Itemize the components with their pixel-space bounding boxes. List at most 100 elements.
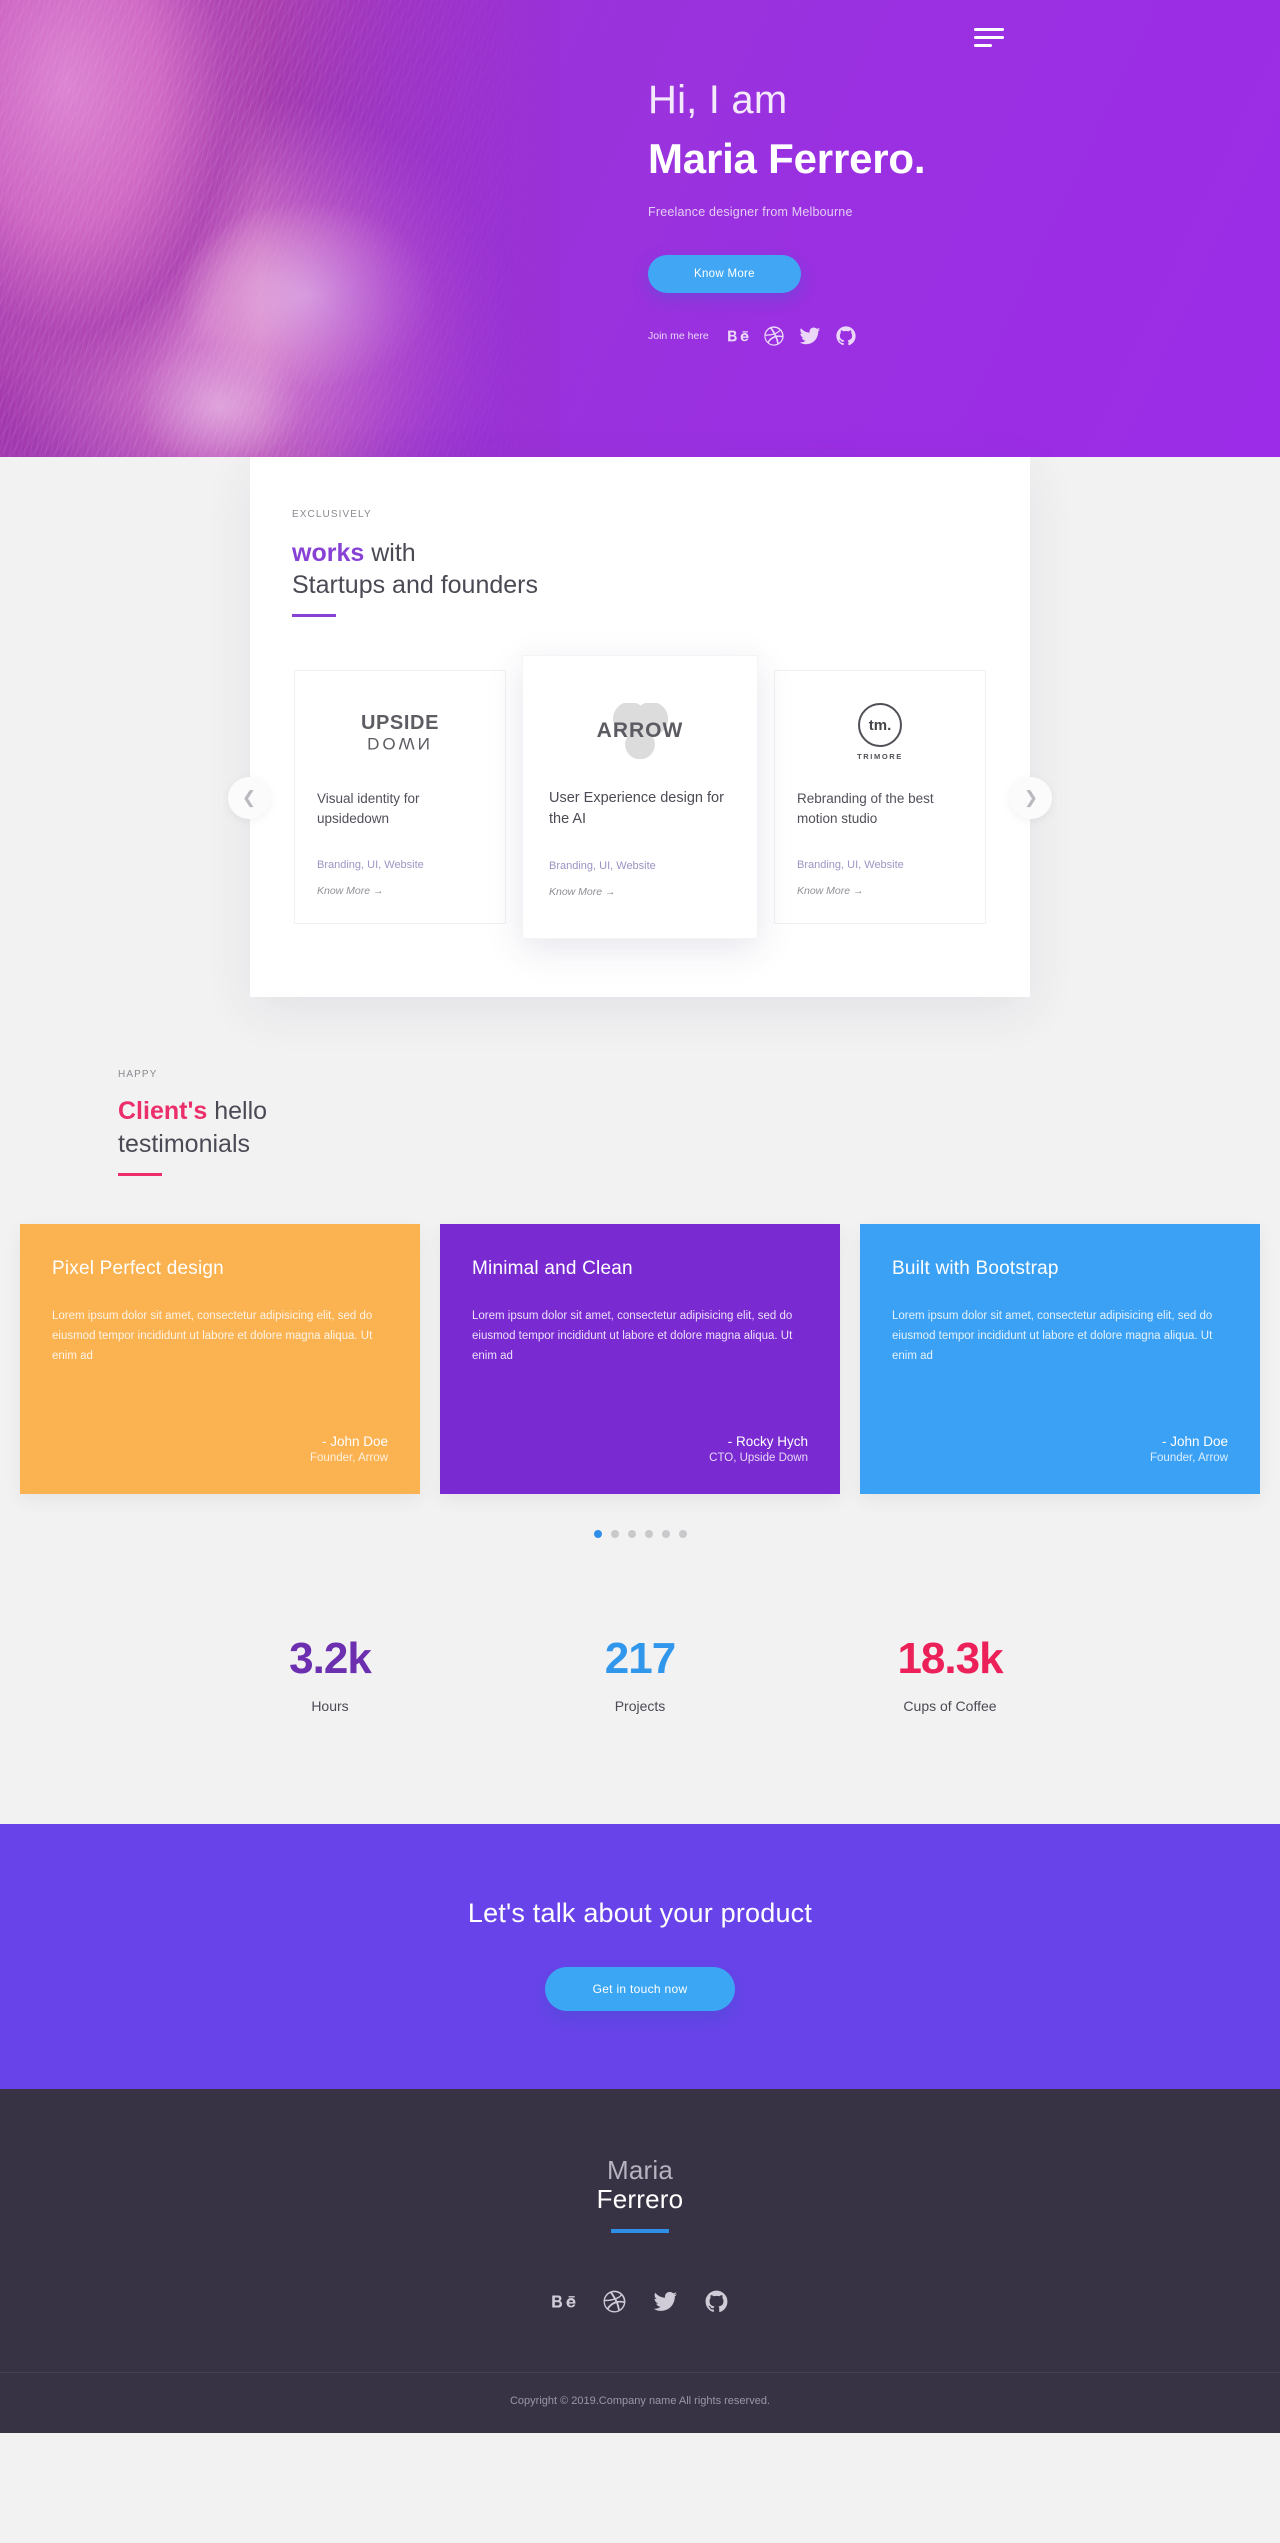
- upside-down-logo: UPSIDE DOWN: [317, 701, 483, 763]
- footer-name-line2: Ferrero: [596, 2184, 684, 2215]
- stat-label: Cups of Coffee: [903, 1698, 997, 1715]
- logo-text-top: ARROW: [596, 719, 684, 742]
- works-card: EXCLUSIVELY works with Startups and foun…: [228, 457, 1052, 998]
- testimonial-body: Lorem ipsum dolor sit amet, consectetur …: [892, 1310, 1213, 1363]
- testimonials-row: Pixel Perfect design Lorem ipsum dolor s…: [0, 1224, 1280, 1495]
- testimonial-author-block: - Rocky Hych CTO, Upside Down: [472, 1434, 808, 1464]
- testimonial-role: Founder, Arrow: [1150, 1452, 1228, 1465]
- testimonials-section: HAPPY Client's hello testimonials Pixel …: [0, 997, 1280, 1549]
- testimonial-author: - Rocky Hych: [727, 1434, 808, 1450]
- testimonial-title: Built with Bootstrap: [892, 1258, 1059, 1280]
- logo-text-top: UPSIDE: [360, 711, 440, 734]
- hero-greeting: Hi, I am: [648, 78, 788, 122]
- get-in-touch-button[interactable]: Get in touch now: [544, 1967, 736, 2012]
- hero-subtitle: Freelance designer from Melbourne: [648, 205, 853, 220]
- project-card[interactable]: tm. TRIMORE Rebranding of the best motio…: [774, 670, 986, 924]
- stat-label: Projects: [614, 1698, 666, 1715]
- testimonials-eyebrow: HAPPY: [118, 1069, 158, 1081]
- testimonial-author-block: - John Doe Founder, Arrow: [892, 1434, 1228, 1464]
- stat-value: 217: [604, 1634, 676, 1684]
- join-me-here-label: Join me here: [648, 330, 709, 343]
- cta-heading: Let's talk about your product: [467, 1898, 813, 1929]
- testimonial-body: Lorem ipsum dolor sit amet, consectetur …: [52, 1310, 373, 1363]
- hero-name: Maria Ferrero.: [648, 135, 926, 182]
- testimonials-heading: Client's hello testimonials: [118, 1095, 1170, 1160]
- testimonial-title: Pixel Perfect design: [52, 1258, 224, 1280]
- behance-icon[interactable]: [727, 325, 749, 347]
- hero-social-row: Join me here: [648, 325, 925, 347]
- testimonial-author: - John Doe: [321, 1434, 388, 1450]
- stat-item: 3.2k Hours: [245, 1634, 415, 1714]
- logo-text-bottom: DOWN: [367, 733, 433, 753]
- stat-item: 18.3k Cups of Coffee: [865, 1634, 1035, 1714]
- footer-name-line1: Maria: [606, 2155, 673, 2186]
- works-heading: works with Startups and founders: [292, 537, 988, 601]
- testimonial-card[interactable]: Built with Bootstrap Lorem ipsum dolor s…: [860, 1224, 1260, 1495]
- stat-item: 217 Projects: [555, 1634, 725, 1714]
- project-card[interactable]: ARROW User Experience design for the AI …: [522, 655, 758, 940]
- project-know-more-link[interactable]: Know More →: [317, 885, 483, 897]
- hamburger-menu-icon[interactable]: [974, 28, 1008, 54]
- stat-value: 18.3k: [897, 1634, 1003, 1684]
- github-icon[interactable]: [704, 2289, 729, 2314]
- carousel-dot[interactable]: [661, 1530, 670, 1539]
- testimonials-heading-highlight: Client's: [118, 1097, 208, 1126]
- carousel-dot[interactable]: [627, 1530, 636, 1539]
- carousel-dot[interactable]: [678, 1530, 687, 1539]
- dribbble-icon[interactable]: [763, 325, 785, 347]
- testimonial-card[interactable]: Pixel Perfect design Lorem ipsum dolor s…: [20, 1224, 420, 1495]
- twitter-icon[interactable]: [653, 2289, 678, 2314]
- chevron-right-icon[interactable]: ❯: [1010, 777, 1052, 820]
- testimonial-body: Lorem ipsum dolor sit amet, consectetur …: [472, 1310, 793, 1363]
- carousel-dot[interactable]: [610, 1530, 619, 1539]
- know-more-button[interactable]: Know More: [648, 255, 801, 294]
- hero-content: Hi, I am Maria Ferrero. Freelance design…: [648, 78, 926, 347]
- arrow-logo: ARROW: [549, 700, 731, 762]
- works-cards-row: UPSIDE DOWN Visual identity for upsidedo…: [292, 643, 988, 953]
- testimonials-heading-line2: testimonials: [118, 1129, 250, 1158]
- logo-text-top: tm.: [858, 703, 902, 748]
- cta-section: Let's talk about your product Get in tou…: [0, 1824, 1280, 2090]
- project-know-more-link[interactable]: Know More →: [549, 886, 731, 898]
- carousel-dot[interactable]: [644, 1530, 653, 1539]
- footer-social-row: [0, 2289, 1280, 2314]
- testimonial-author: - John Doe: [1161, 1434, 1228, 1450]
- github-icon[interactable]: [835, 325, 857, 347]
- testimonials-carousel-dots[interactable]: [0, 1530, 1280, 1539]
- stat-label: Hours: [311, 1698, 349, 1715]
- carousel-dot[interactable]: [593, 1530, 602, 1539]
- behance-icon[interactable]: [551, 2289, 576, 2314]
- project-tags: Branding, UI, Website: [797, 858, 904, 871]
- project-title: User Experience design for the AI: [549, 790, 724, 828]
- project-card[interactable]: UPSIDE DOWN Visual identity for upsidedo…: [294, 670, 506, 924]
- works-heading-highlight: works: [292, 539, 365, 567]
- chevron-left-icon[interactable]: ❮: [228, 777, 270, 820]
- works-eyebrow: EXCLUSIVELY: [292, 509, 372, 520]
- logo-text-bottom: TRIMORE: [857, 752, 903, 762]
- testimonial-role: Founder, Arrow: [310, 1452, 388, 1465]
- testimonial-author-block: - John Doe Founder, Arrow: [52, 1434, 388, 1464]
- trimore-logo: tm. TRIMORE: [797, 701, 963, 763]
- project-know-more-link[interactable]: Know More →: [797, 885, 963, 897]
- twitter-icon[interactable]: [799, 325, 821, 347]
- footer-copyright: Copyright © 2019.Company name All rights…: [0, 2372, 1280, 2433]
- works-carousel: ❮ ❯ UPSIDE DOWN Visual identity for upsi…: [228, 643, 1052, 953]
- testimonials-underline: [118, 1173, 162, 1177]
- footer: Maria Ferrero Copyright © 2019.Company n…: [0, 2089, 1280, 2434]
- project-tags: Branding, UI, Website: [317, 858, 424, 871]
- works-underline: [292, 614, 336, 617]
- project-title: Visual identity for upsidedown: [317, 791, 420, 827]
- project-tags: Branding, UI, Website: [549, 860, 656, 873]
- hero-portrait-image: [0, 0, 560, 515]
- testimonial-role: CTO, Upside Down: [709, 1452, 808, 1465]
- footer-underline: [611, 2229, 669, 2234]
- stat-value: 3.2k: [289, 1634, 372, 1684]
- testimonial-card[interactable]: Minimal and Clean Lorem ipsum dolor sit …: [440, 1224, 840, 1495]
- dribbble-icon[interactable]: [602, 2289, 627, 2314]
- stats-section: 3.2k Hours 217 Projects 18.3k Cups of Co…: [0, 1548, 1280, 1825]
- project-title: Rebranding of the best motion studio: [797, 791, 934, 827]
- testimonial-title: Minimal and Clean: [472, 1258, 633, 1280]
- works-section: EXCLUSIVELY works with Startups and foun…: [0, 457, 1280, 998]
- hero-section: Hi, I am Maria Ferrero. Freelance design…: [0, 0, 1280, 515]
- testimonials-heading-rest: hello: [207, 1097, 268, 1126]
